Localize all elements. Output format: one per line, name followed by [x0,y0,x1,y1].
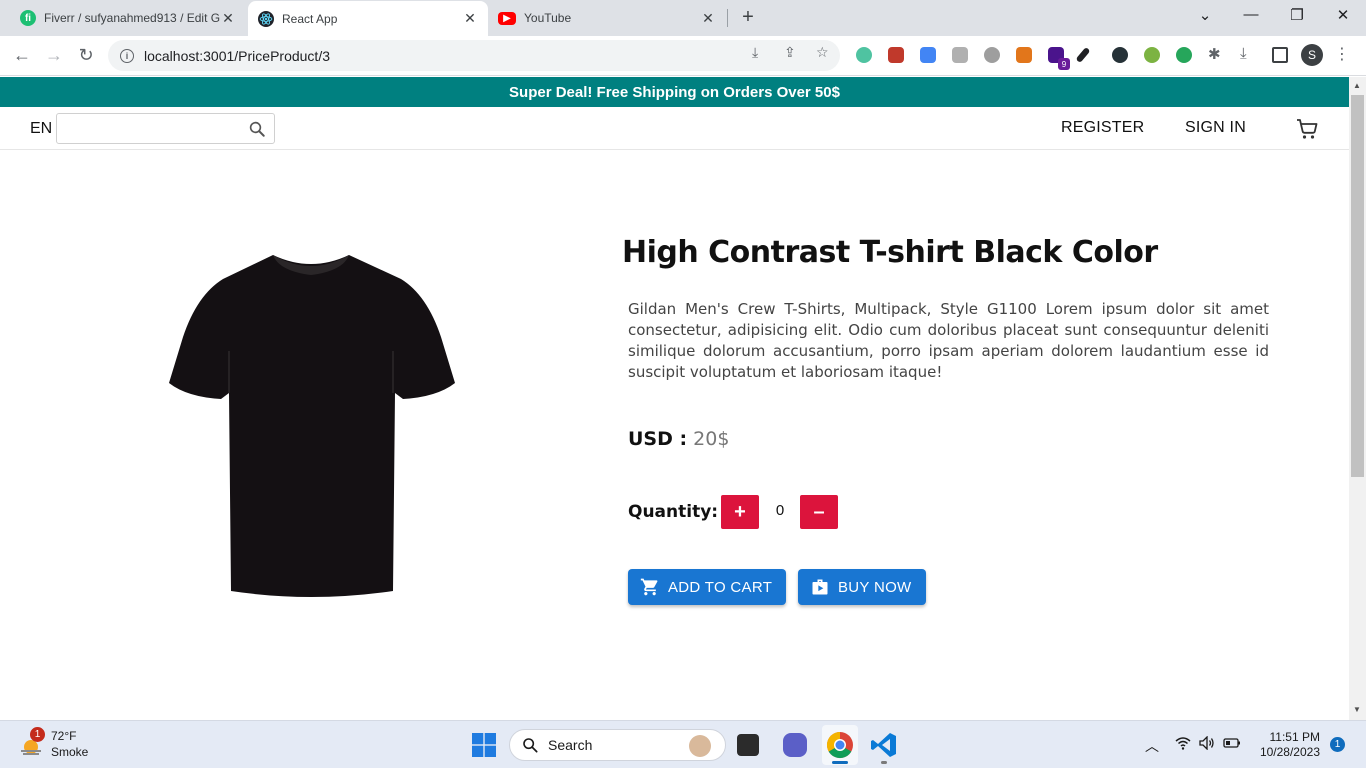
vscode-running-indicator [881,761,887,764]
tab-react-app[interactable]: React App ✕ [248,1,488,36]
scrollbar-thumb[interactable] [1351,95,1364,477]
search-highlight-icon [689,735,711,757]
site-navbar: EN REGISTER SIGN IN [0,107,1349,150]
extensions-puzzle-icon[interactable]: ✱ [1208,45,1221,63]
extension-icon[interactable] [920,47,936,63]
register-link[interactable]: REGISTER [1061,119,1144,137]
new-tab-button[interactable]: + [738,6,758,29]
quantity-value: 0 [775,502,785,519]
metamask-icon[interactable] [1016,47,1032,63]
clock-date: 10/28/2023 [1259,745,1320,759]
cart-icon[interactable] [1295,117,1319,141]
site-info-icon[interactable]: i [120,48,134,63]
extension-icon[interactable] [984,47,1000,63]
product-description: Gildan Men's Crew T-Shirts, Multipack, S… [628,300,1269,381]
extension-icon[interactable] [1112,47,1128,63]
profile-avatar[interactable]: S [1301,44,1323,66]
back-button[interactable]: ← [11,45,33,66]
extension-badge: 9 [1058,58,1070,70]
promo-banner: Super Deal! Free Shipping on Orders Over… [0,77,1349,107]
product-price: USD : 20$ [628,428,729,450]
close-window-button[interactable]: ✕ [1333,6,1353,24]
wifi-icon[interactable] [1175,736,1191,753]
browser-menu-icon[interactable]: ⋮ [1334,44,1350,64]
weather-badge: 1 [30,727,45,742]
search-box[interactable] [56,113,275,144]
quantity-decrement-button[interactable]: – [800,495,838,529]
forward-button[interactable]: → [43,45,65,66]
tab-title: YouTube [524,11,572,25]
cart-icon [640,578,658,596]
extension-icon[interactable] [952,47,968,63]
price-value: 20$ [693,428,730,450]
youtube-icon: ▶ [498,11,516,25]
chrome-icon[interactable] [826,731,854,759]
tab-youtube[interactable]: ▶ YouTube ✕ [488,4,726,32]
buy-now-button[interactable]: BUY NOW [798,569,926,605]
clock-time: 11:51 PM [1269,730,1320,744]
close-tab-icon[interactable]: ✕ [220,10,236,27]
price-label: USD : [628,428,688,450]
promo-text: Super Deal! Free Shipping on Orders Over… [509,83,840,101]
tab-fiverr[interactable]: fi Fiverr / sufyanahmed913 / Edit G ✕ [10,4,246,32]
extension-icon[interactable] [1144,47,1160,63]
extension-icon[interactable] [888,47,904,63]
close-tab-icon[interactable]: ✕ [462,10,478,27]
bookmark-star-icon[interactable]: ☆ [816,44,829,61]
restore-button[interactable]: ❐ [1287,6,1307,24]
add-to-cart-label: ADD TO CART [668,578,773,596]
search-icon[interactable] [248,120,266,138]
product-title: High Contrast T-shirt Black Color [622,235,1158,270]
address-bar[interactable]: i localhost:3001/PriceProduct/3 [108,40,840,71]
chrome-running-indicator [832,761,848,764]
eyedropper-icon[interactable] [1075,46,1091,64]
page-scrollbar[interactable]: ▲ ▼ [1349,77,1366,720]
tab-separator [727,9,728,27]
react-icon [258,10,274,27]
add-to-cart-button[interactable]: ADD TO CART [628,569,787,605]
reload-button[interactable]: ↻ [75,45,97,66]
tab-title: React App [282,11,338,26]
browser-tab-strip: fi Fiverr / sufyanahmed913 / Edit G ✕ Re… [0,0,1366,36]
show-hidden-icons-chevron-icon[interactable]: ︿ [1145,736,1159,756]
taskbar-clock[interactable]: 11:51 PM 10/28/2023 [1252,730,1320,760]
teams-chat-icon[interactable] [783,733,807,757]
language-selector[interactable]: EN [30,120,52,138]
windows-taskbar: 1 72°F Smoke Search ︿ 11:51 PM 10/28/202… [0,720,1366,768]
browser-toolbar: ← → ↻ i localhost:3001/PriceProduct/3 ⤓ … [0,36,1366,76]
tab-title: Fiverr / sufyanahmed913 / Edit G [44,11,220,25]
quantity-label: Quantity: [628,502,719,522]
scroll-up-arrow-icon[interactable]: ▲ [1353,81,1361,90]
scroll-down-arrow-icon[interactable]: ▼ [1353,705,1361,714]
taskbar-search-label: Search [548,737,593,753]
search-icon [523,738,538,753]
web-page: Super Deal! Free Shipping on Orders Over… [0,77,1349,720]
notification-badge[interactable]: 1 [1330,737,1345,752]
product-image [169,255,455,597]
sign-in-link[interactable]: SIGN IN [1185,119,1246,137]
windows-start-icon[interactable] [472,733,496,757]
quantity-increment-button[interactable]: + [721,495,759,529]
close-tab-icon[interactable]: ✕ [700,10,716,27]
share-icon[interactable]: ⇪ [784,44,796,61]
task-view-icon[interactable] [737,734,759,756]
install-app-icon[interactable]: ⤓ [752,44,758,61]
volume-icon[interactable] [1199,735,1215,753]
shopping-bag-icon [812,579,828,595]
weather-description: Smoke [51,745,89,759]
url-text: localhost:3001/PriceProduct/3 [144,47,330,64]
weather-temperature: 72°F [51,729,77,743]
battery-icon[interactable] [1223,736,1241,752]
fiverr-icon: fi [20,10,36,26]
extension-icon[interactable] [1176,47,1192,63]
vscode-icon[interactable] [870,731,898,759]
downloads-icon[interactable]: ⤓ [1240,45,1247,62]
taskbar-search-box[interactable]: Search [509,729,726,761]
side-panel-icon[interactable] [1272,47,1288,63]
buy-now-label: BUY NOW [838,578,912,596]
extension-icon[interactable] [856,47,872,63]
minimize-button[interactable]: — [1241,6,1261,23]
tab-search-chevron-icon[interactable]: ⌄ [1195,6,1215,24]
